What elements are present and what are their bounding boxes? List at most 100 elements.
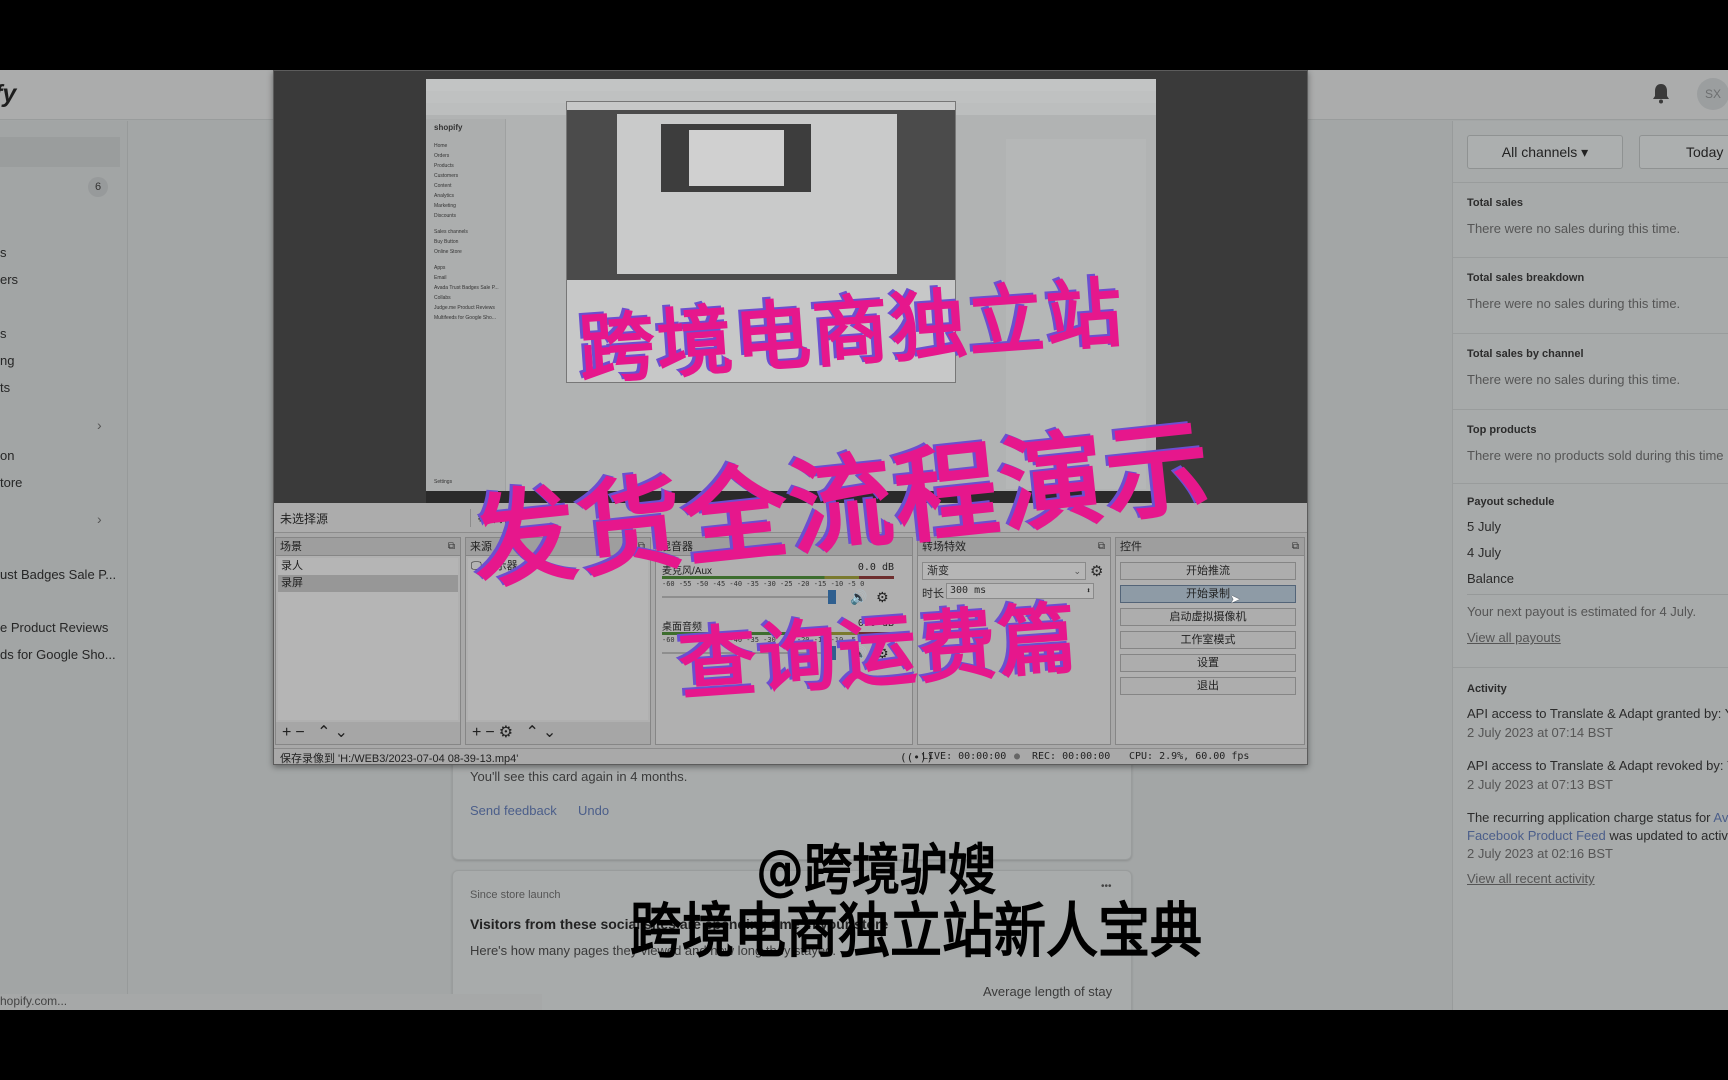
section-text: There were no products sold during this …	[1467, 448, 1724, 463]
start-recording-button[interactable]: 开始录制	[1120, 585, 1296, 603]
gear-icon[interactable]: ⚙	[499, 724, 517, 741]
nested-sidebar-item: Avada Trust Badges Sale P...	[434, 285, 499, 291]
nested-sidebar-item: Judge.me Product Reviews	[434, 305, 495, 311]
section-title: Total sales by channel	[1467, 348, 1584, 360]
undo-link[interactable]: Undo	[578, 803, 609, 818]
sidebar-item-analytics[interactable]: s	[0, 326, 7, 341]
controls-title: 控件	[1120, 541, 1142, 553]
nested-obs-preview	[567, 110, 955, 280]
section-title: Top products	[1467, 424, 1537, 436]
dock-title: 场景 ⧉	[276, 538, 460, 556]
divider	[1467, 594, 1728, 595]
sidebar-item-home[interactable]	[0, 137, 120, 167]
nested-sidebar-item: Discounts	[434, 213, 456, 219]
move-up-icon[interactable]: ⌃	[317, 724, 334, 741]
nested-sidebar-item: Email	[434, 275, 447, 281]
facebook-product-feed-link[interactable]: Facebook Product Feed	[1467, 828, 1606, 843]
sidebar-item-products[interactable]: s	[0, 245, 7, 260]
view-all-recent-activity-link[interactable]: View all recent activity	[1467, 871, 1595, 886]
nested-sidebar-item: Multifeeds for Google Sho...	[434, 315, 496, 321]
view-all-payouts-link[interactable]: View all payouts	[1467, 630, 1561, 645]
bell-icon[interactable]	[1652, 82, 1670, 104]
browser-status-url: hopify.com...	[0, 994, 542, 1010]
sidebar-item-buy-button[interactable]: on	[0, 448, 14, 463]
chevron-right-icon[interactable]: ›	[97, 511, 102, 527]
sidebar-item-app-product-reviews[interactable]: e Product Reviews	[0, 620, 108, 635]
cpu-fps: CPU: 2.9%, 60.00 fps	[1129, 751, 1250, 762]
source-toolbar: +−⚙ ⌃⌄	[466, 722, 650, 744]
nested-sidebar-item: Sales channels	[434, 229, 468, 235]
controls-dock: 控件 ⧉ 开始推流 开始录制 启动虚拟摄像机 工作室模式 设置 退出	[1115, 537, 1305, 745]
recording-save-path: 保存录像到 'H:/WEB3/2023-07-04 08-39-13.mp4'	[280, 753, 519, 765]
settings-button[interactable]: 设置	[1120, 654, 1296, 672]
activity-time: 2 July 2023 at 02:16 BST	[1467, 846, 1613, 861]
app-link[interactable]: Av	[1713, 810, 1728, 825]
nested-recursive-capture	[617, 114, 897, 274]
spinner-icon[interactable]: ⬍	[1086, 584, 1091, 598]
remove-icon[interactable]: −	[295, 724, 308, 741]
caption-subtitle: 跨境电商独立站新人宝典	[630, 897, 1203, 967]
activity-text: API access to Translate & Adapt granted …	[1467, 706, 1728, 721]
section-title: Activity	[1467, 683, 1507, 695]
sidebar-item-customers[interactable]: ers	[0, 272, 18, 287]
activity-text-part: The recurring application charge status …	[1467, 810, 1714, 825]
exit-button[interactable]: 退出	[1120, 677, 1296, 695]
activity-time: 2 July 2023 at 07:13 BST	[1467, 777, 1613, 792]
payout-row: 5 July	[1467, 519, 1501, 534]
nested-sidebar-item: Marketing	[434, 203, 456, 209]
move-up-icon[interactable]: ⌃	[525, 724, 542, 741]
add-icon[interactable]: +	[282, 724, 295, 741]
sidebar-item-online-store[interactable]: tore	[0, 475, 22, 490]
move-down-icon[interactable]: ⌄	[335, 724, 352, 741]
studio-mode-button[interactable]: 工作室模式	[1120, 631, 1296, 649]
obs-status-bar: 保存录像到 'H:/WEB3/2023-07-04 08-39-13.mp4' …	[274, 748, 1307, 765]
dismiss-message: You'll see this card again in 4 months.	[470, 769, 688, 784]
section-text: There were no sales during this time.	[1467, 372, 1681, 387]
chevron-down-icon: ⌄	[1073, 566, 1081, 576]
start-streaming-button[interactable]: 开始推流	[1120, 562, 1296, 580]
total-sales-breakdown-section: Total sales breakdown There were no sale…	[1453, 257, 1728, 333]
start-virtual-camera-button[interactable]: 启动虚拟摄像机	[1120, 608, 1296, 626]
scene-item-selected[interactable]: 录屏	[278, 575, 458, 592]
date-filter-dropdown[interactable]: Today	[1639, 135, 1728, 169]
sidebar-item-app-google-feed[interactable]: ds for Google Sho...	[0, 647, 116, 662]
mouse-cursor-icon: ➤	[1230, 592, 1241, 606]
section-title: Total sales	[1467, 197, 1524, 209]
scenes-dock: 场景 ⧉ 录人 录屏 +− ⌃⌄	[275, 537, 461, 745]
undock-icon[interactable]: ⧉	[1292, 538, 1299, 556]
scene-item[interactable]: 录人	[278, 558, 458, 575]
dock-title: 控件 ⧉	[1116, 538, 1304, 556]
no-source-selected-label: 未选择源	[280, 512, 329, 526]
nested-logo: shopify	[434, 123, 463, 132]
column-header-avg-stay: Average length of stay	[983, 984, 1113, 999]
nested-sidebar-item: Buy Button	[434, 239, 459, 245]
total-sales-by-channel-section: Total sales by channel There were no sal…	[1453, 333, 1728, 409]
gear-icon[interactable]: ⚙	[1090, 562, 1103, 580]
payout-schedule-section: Payout schedule 5 July 4 July Balance Yo…	[1453, 483, 1728, 667]
chevron-right-icon[interactable]: ›	[97, 417, 102, 433]
sidebar-item-marketing[interactable]: ng	[0, 353, 14, 368]
top-products-section: Top products There were no products sold…	[1453, 409, 1728, 483]
undock-icon[interactable]: ⧉	[448, 538, 455, 556]
rec-dot-icon: ●	[1014, 751, 1021, 762]
nested-sidebar-item: Customers	[434, 173, 459, 179]
nested-sidebar: shopify Home Orders Products Customers C…	[426, 119, 506, 491]
transition-value: 渐变	[927, 565, 949, 577]
total-sales-section: Total sales There were no sales during t…	[1453, 182, 1728, 257]
shopify-logo[interactable]: fy	[0, 80, 16, 109]
avatar[interactable]: SX	[1697, 78, 1728, 110]
send-feedback-link[interactable]: Send feedback	[470, 803, 557, 818]
nested-sidebar-item: Orders	[434, 153, 450, 159]
payout-note: Your next payout is estimated for 4 July…	[1467, 604, 1697, 619]
letterbox-top	[0, 0, 1728, 70]
nested-sidebar-item: Home	[434, 143, 448, 149]
sidebar-item-app-trust-badges[interactable]: ust Badges Sale P...	[0, 567, 116, 582]
add-icon[interactable]: +	[472, 724, 485, 741]
sidebar-item-discounts[interactable]: ts	[0, 380, 10, 395]
remove-icon[interactable]: −	[485, 724, 498, 741]
nested-sidebar-item: Products	[434, 163, 454, 169]
activity-text: Facebook Product Feed was updated to act…	[1467, 828, 1728, 843]
rec-timer: REC: 00:00:00	[1032, 751, 1111, 762]
channel-filter-dropdown[interactable]: All channels ▾	[1467, 135, 1623, 169]
move-down-icon[interactable]: ⌄	[543, 724, 560, 741]
